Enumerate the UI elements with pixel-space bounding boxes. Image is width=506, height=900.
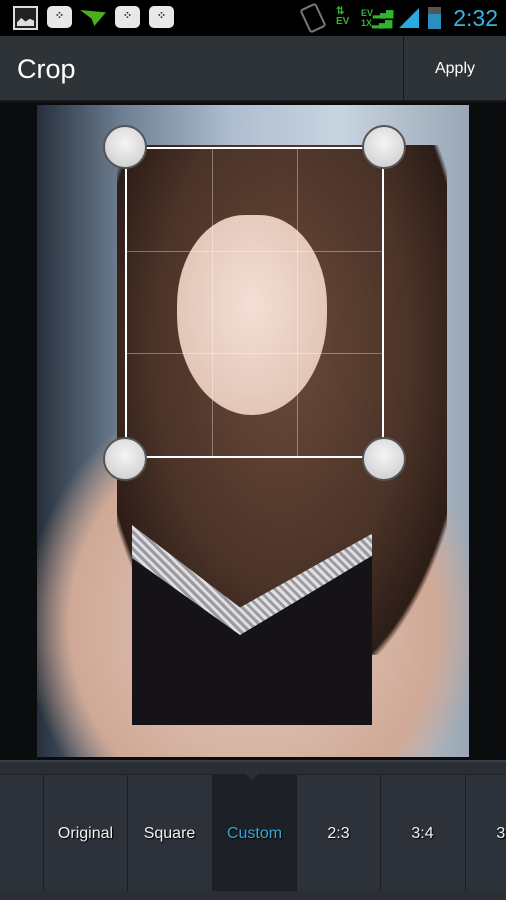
grid-line xyxy=(211,149,213,456)
crop-option-original[interactable]: Original xyxy=(43,775,127,891)
crop-canvas xyxy=(0,104,506,760)
bbm-icon: ⁘ xyxy=(149,6,174,28)
signal-icon: EV▂▄▆ 1X▂▄▆ xyxy=(361,8,394,28)
page-title: Crop xyxy=(17,54,76,84)
crop-option-2-3[interactable]: 2:3 xyxy=(296,775,380,891)
airdroid-icon xyxy=(80,10,106,26)
wifi-signal-icon xyxy=(399,8,419,28)
crop-handle-bottom-left[interactable] xyxy=(103,437,147,481)
bbm-icon: ⁘ xyxy=(47,6,72,28)
crop-handle-top-left[interactable] xyxy=(103,125,147,169)
selection-indicator xyxy=(242,771,262,780)
bbm-icon: ⁘ xyxy=(115,6,140,28)
action-bar: Crop Apply xyxy=(0,36,506,102)
crop-options-bar: Original Square Custom 2:3 3:4 3:5 xyxy=(0,760,506,900)
crop-option-3-4[interactable]: 3:4 xyxy=(380,775,464,891)
crop-option-3-5[interactable]: 3:5 xyxy=(465,775,506,891)
vibrate-icon xyxy=(299,2,327,34)
crop-option-custom[interactable]: Custom xyxy=(212,775,296,891)
clock: 2:32 xyxy=(453,5,498,31)
photo xyxy=(37,105,469,757)
battery-icon xyxy=(428,7,441,29)
grid-line xyxy=(296,149,298,456)
crop-option-square[interactable]: Square xyxy=(127,775,211,891)
grid-line xyxy=(127,353,382,355)
network-label: EV xyxy=(336,16,350,27)
crop-rectangle[interactable] xyxy=(125,147,384,458)
grid-line xyxy=(127,251,382,253)
crop-handle-top-right[interactable] xyxy=(362,125,406,169)
crop-option[interactable] xyxy=(0,775,43,891)
data-activity-icon: ⇅ EV xyxy=(336,6,350,27)
gallery-icon xyxy=(13,6,38,30)
crop-options-strip[interactable]: Original Square Custom 2:3 3:4 3:5 xyxy=(0,774,506,891)
apply-button[interactable]: Apply xyxy=(403,36,506,102)
status-bar: ⁘ ⁘ ⁘ ⇅ EV EV▂▄▆ 1X▂▄▆ 2:32 xyxy=(0,0,506,36)
crop-handle-bottom-right[interactable] xyxy=(362,437,406,481)
